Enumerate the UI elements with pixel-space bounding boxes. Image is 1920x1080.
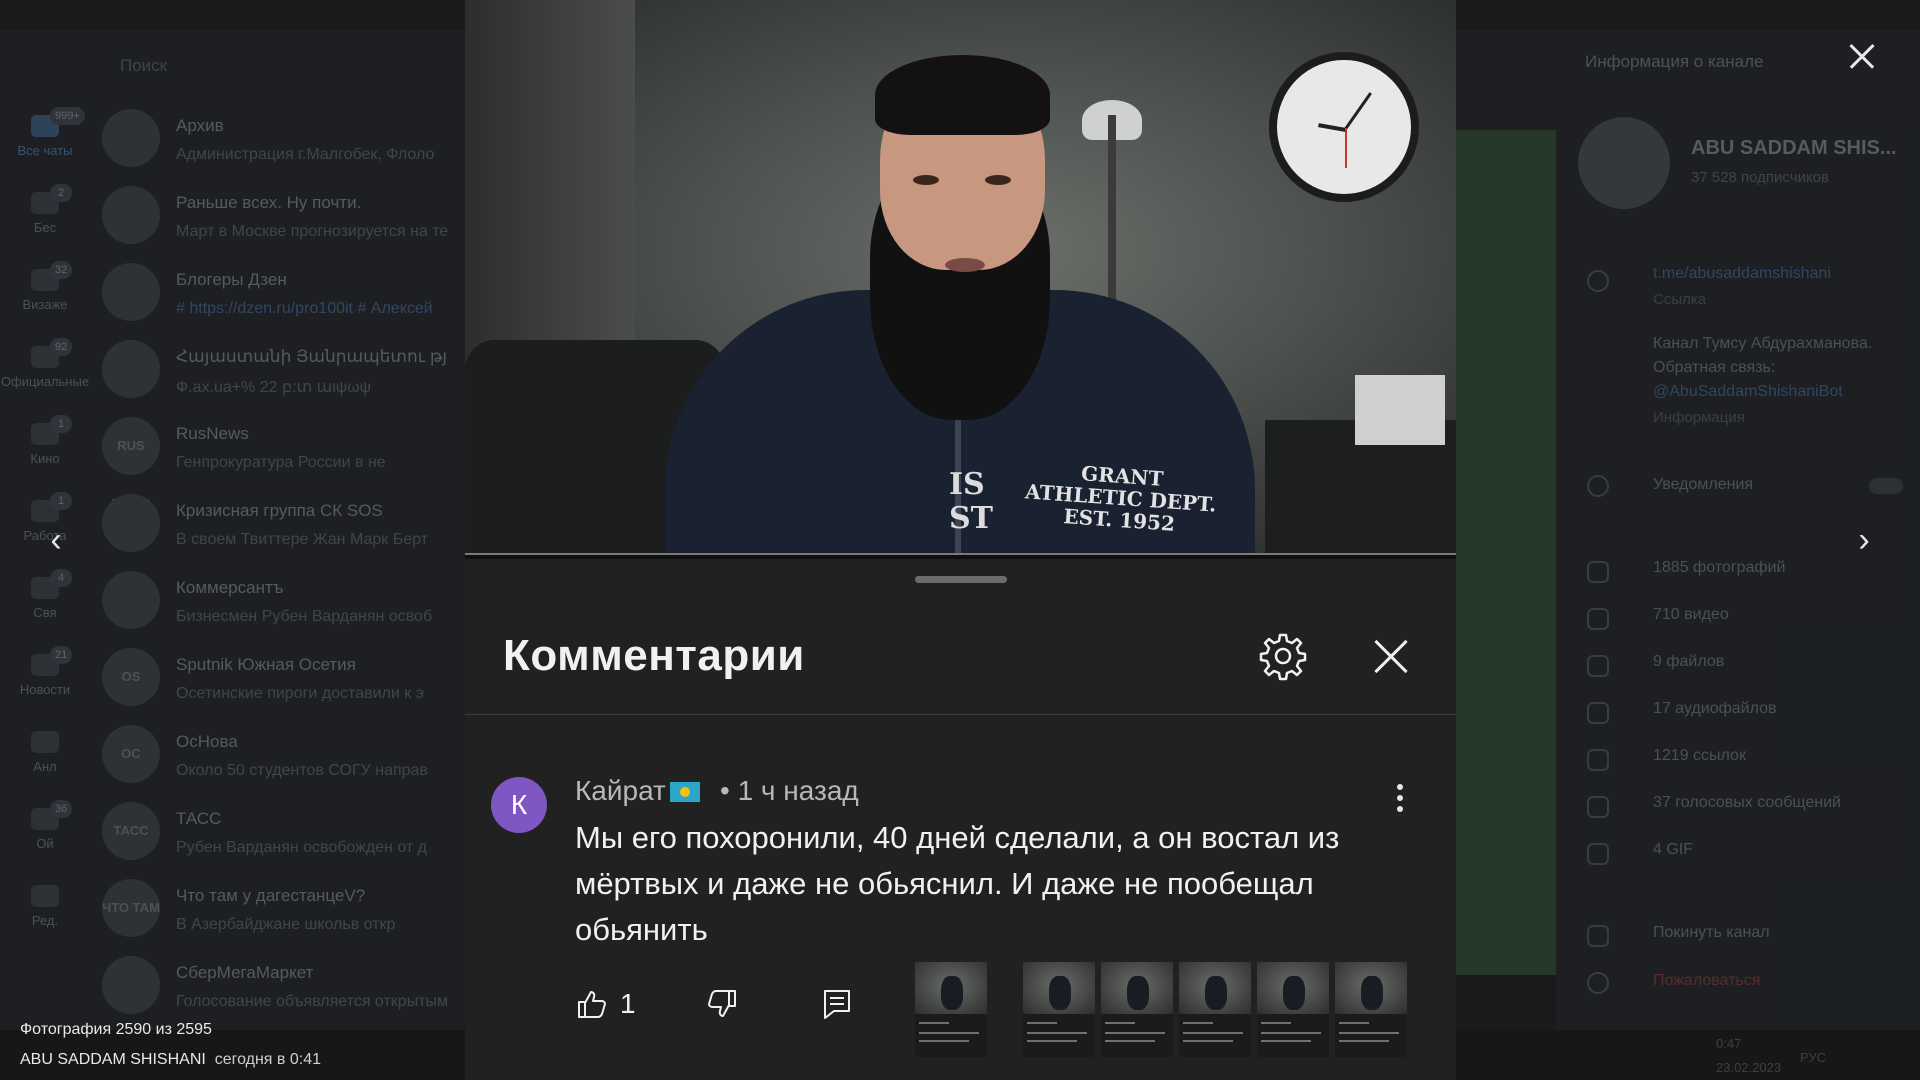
thumbnail-line [1027, 1022, 1057, 1024]
thumbnail[interactable] [1335, 962, 1407, 1057]
avatar[interactable]: К [491, 777, 547, 833]
comments-title: Комментарии [503, 631, 805, 680]
video-frame: IS ST GRANT ATHLETIC DEPT. EST. 1952 [465, 0, 1456, 555]
hoodie-print: GRANT ATHLETIC DEPT. EST. 1952 [1024, 461, 1218, 536]
screen: Все чаты 999+ Бес 2 Визаже 32 Официальные 92 Кин… [0, 0, 1920, 1080]
mouth [945, 258, 985, 272]
thumbnail-image [1257, 962, 1329, 1014]
photo-author[interactable]: ABU SADDAM SHISHANI [20, 1051, 206, 1068]
clock-hand [1344, 92, 1372, 130]
thumbnail-line [1105, 1022, 1135, 1024]
thumbnail-line [1105, 1040, 1155, 1042]
thumbnail[interactable] [1023, 962, 1095, 1057]
photo-timestamp: сегодня в 0:41 [214, 1051, 321, 1068]
hair [875, 55, 1050, 135]
more-options-icon[interactable] [1395, 784, 1405, 818]
comment-author[interactable]: Кайрат [575, 775, 700, 807]
thumbnail-line [1027, 1040, 1077, 1042]
close-icon[interactable] [1368, 634, 1414, 680]
thumbnail-image [1101, 962, 1173, 1014]
thumbs-down-icon[interactable] [705, 987, 739, 1021]
thumbnail[interactable] [1179, 962, 1251, 1057]
thumbnail-line [1339, 1022, 1369, 1024]
previous-photo-button[interactable]: ‹ [36, 520, 76, 560]
next-photo-button[interactable]: › [1844, 520, 1884, 560]
drag-handle[interactable] [915, 576, 1007, 583]
like-count: 1 [620, 988, 636, 1019]
eye [913, 175, 939, 185]
thumbnail-strip [915, 962, 1425, 1062]
thumbnail-line [1339, 1040, 1389, 1042]
thumbnail-line [1183, 1032, 1243, 1034]
thumbnail-line [1027, 1032, 1087, 1034]
thumbnail-line [1261, 1032, 1321, 1034]
thumbnail-line [1183, 1040, 1233, 1042]
reply-icon[interactable] [820, 987, 854, 1021]
gear-icon[interactable] [1258, 631, 1308, 681]
thumbnail-line [1339, 1032, 1399, 1034]
thumbnail-image [1179, 962, 1251, 1014]
video-progress-bar [465, 553, 1456, 555]
thumbnail[interactable] [1257, 962, 1329, 1057]
comment-time: • 1 ч назад [720, 775, 859, 806]
comment-text: Мы его похоронили, 40 дней сделали, а он… [575, 820, 1340, 947]
thumbnail[interactable] [915, 962, 987, 1057]
comment-author-name[interactable]: Кайрат [575, 775, 666, 806]
thumbnail-line [919, 1032, 979, 1034]
thumbnail-line [1261, 1022, 1291, 1024]
hoodie-print-left: IS ST [949, 467, 993, 536]
eye [985, 175, 1011, 185]
clock-hand [1345, 128, 1347, 168]
kazakhstan-flag-icon [669, 782, 700, 802]
thumbnail-line [919, 1022, 949, 1024]
comments-sheet: Комментарии К Кайрат • 1 ч назад Мы его … [465, 559, 1456, 1080]
clock-hand [1318, 123, 1347, 132]
thumbnail-line [919, 1040, 969, 1042]
thumbnail-line [1105, 1032, 1165, 1034]
viewed-photo: IS ST GRANT ATHLETIC DEPT. EST. 1952 Ком… [465, 0, 1456, 1080]
photo-author-line[interactable]: ABU SADDAM SHISHANI сегодня в 0:41 [20, 1051, 321, 1069]
thumbnail-image [1335, 962, 1407, 1014]
printer [1355, 375, 1445, 445]
thumbnail-line [1261, 1040, 1311, 1042]
thumbs-up-icon[interactable] [575, 987, 609, 1021]
close-viewer-icon[interactable] [1842, 36, 1882, 76]
photo-counter: Фотография 2590 из 2595 [20, 1021, 212, 1038]
thumbnail[interactable] [1101, 962, 1173, 1057]
thumbnail-image [915, 962, 987, 1014]
thumbnail-image [1023, 962, 1095, 1014]
wall-clock [1269, 52, 1419, 202]
divider [465, 714, 1456, 715]
thumbnail-line [1183, 1022, 1213, 1024]
